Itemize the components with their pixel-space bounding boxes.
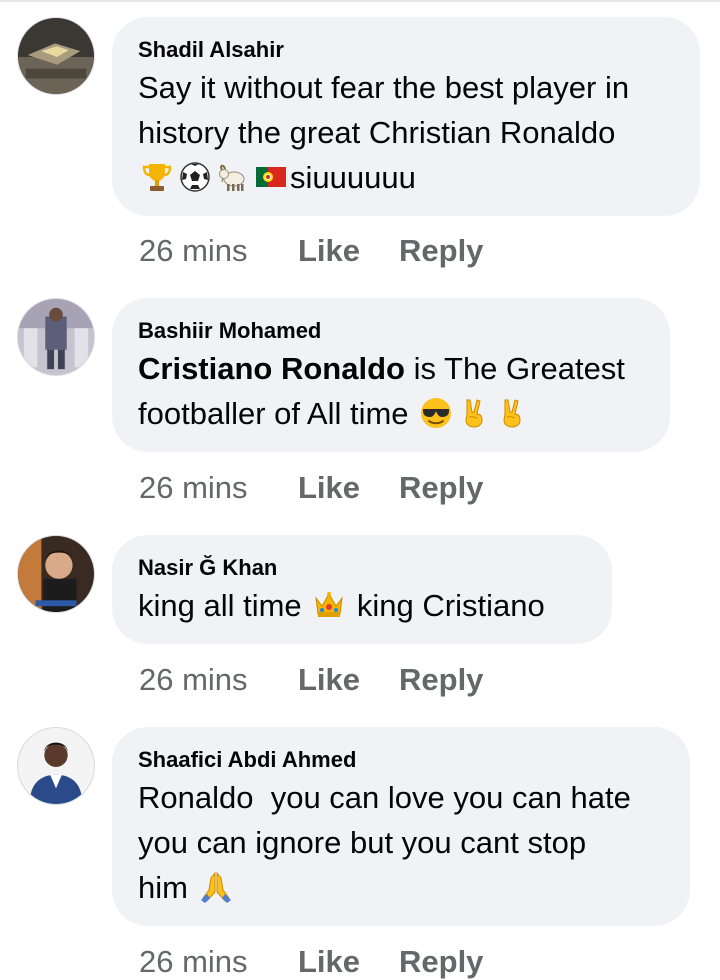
reply-button[interactable]: Reply: [399, 233, 483, 269]
comment-actions: 26 mins Like Reply: [139, 470, 483, 506]
comment-text: Say it without fear the best player in h…: [138, 65, 674, 200]
comment-text-line: footballer of All time: [138, 396, 418, 431]
comment-text-line: siuuuuuu: [290, 160, 416, 195]
reply-button[interactable]: Reply: [399, 662, 483, 698]
like-button[interactable]: Like: [298, 470, 399, 506]
soccer-ball-emoji: [178, 160, 212, 194]
reply-button[interactable]: Reply: [399, 470, 483, 506]
reply-button[interactable]: Reply: [399, 944, 483, 980]
portugal-flag-emoji: [254, 160, 288, 194]
comment-author[interactable]: Shadil Alsahir: [138, 36, 674, 64]
top-divider: [0, 0, 720, 2]
like-button[interactable]: Like: [298, 944, 399, 980]
comment-timestamp[interactable]: 26 mins: [139, 944, 298, 980]
avatar[interactable]: [17, 17, 95, 95]
like-button[interactable]: Like: [298, 233, 399, 269]
avatar-image: [18, 299, 94, 375]
comment-actions: 26 mins Like Reply: [139, 233, 483, 269]
avatar-image: [18, 728, 94, 804]
comment-text: Ronaldo you can love you can hate you ca…: [138, 775, 664, 910]
victory-hand-emoji: [495, 396, 529, 430]
sunglasses-face-emoji: [419, 396, 453, 430]
comment-timestamp[interactable]: 26 mins: [139, 233, 298, 269]
comment-bubble: Shaafici Abdi Ahmed Ronaldo you can love…: [112, 727, 690, 926]
tagged-profile-link[interactable]: Cristiano Ronaldo: [138, 351, 405, 386]
comment-text-line: is The Greatest: [404, 351, 625, 386]
crown-emoji: [312, 588, 346, 622]
comment-timestamp[interactable]: 26 mins: [139, 662, 298, 698]
folded-hands-emoji: [199, 870, 233, 904]
like-button[interactable]: Like: [298, 662, 399, 698]
comment-bubble: Nasir Ğ Khan king all time king Cristian…: [112, 535, 612, 644]
avatar[interactable]: [17, 727, 95, 805]
comment-text-line: him: [138, 870, 197, 905]
avatar[interactable]: [17, 298, 95, 376]
avatar-image: [18, 18, 94, 94]
comment-text-line: king all time: [138, 588, 311, 623]
comment-author[interactable]: Bashiir Mohamed: [138, 317, 644, 345]
comment-text-line: Say it without fear the best player in: [138, 70, 630, 105]
comment-text: king all time king Cristiano: [138, 583, 586, 628]
avatar-image: [18, 536, 94, 612]
comment-actions: 26 mins Like Reply: [139, 662, 483, 698]
comment-text: Cristiano Ronaldo is The Greatest footba…: [138, 346, 644, 436]
comment-text-line: Ronaldo you can love you can hate: [138, 780, 631, 815]
comment-author[interactable]: Shaafici Abdi Ahmed: [138, 746, 664, 774]
avatar[interactable]: [17, 535, 95, 613]
trophy-emoji: [140, 160, 174, 194]
victory-hand-emoji: [457, 396, 491, 430]
comment-bubble: Bashiir Mohamed Cristiano Ronaldo is The…: [112, 298, 670, 452]
comment-author[interactable]: Nasir Ğ Khan: [138, 554, 586, 582]
comment-text-line: you can ignore but you cant stop: [138, 825, 587, 860]
comment-text-line: king Cristiano: [348, 588, 545, 623]
comment-actions: 26 mins Like Reply: [139, 944, 483, 980]
comment-text-line: history the great Christian Ronaldo: [138, 115, 616, 150]
comment-bubble: Shadil Alsahir Say it without fear the b…: [112, 17, 700, 216]
goat-emoji: [216, 160, 250, 194]
comment-timestamp[interactable]: 26 mins: [139, 470, 298, 506]
